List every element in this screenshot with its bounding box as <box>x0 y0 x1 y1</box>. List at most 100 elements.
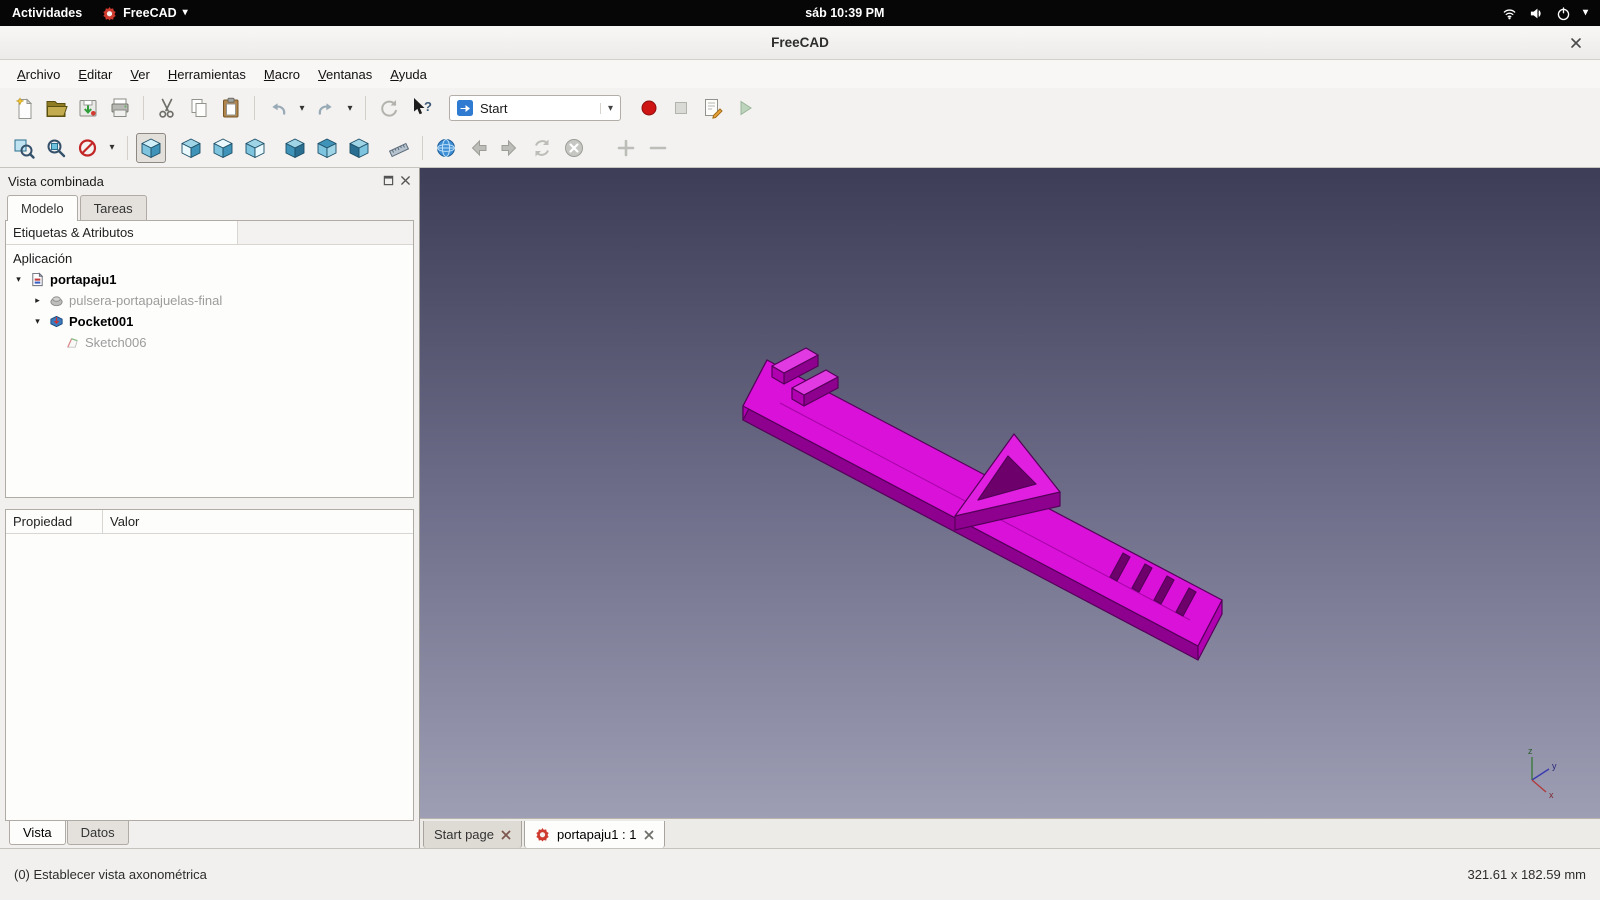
tab-close-button[interactable] <box>644 830 654 840</box>
macro-stop-button[interactable] <box>666 93 696 123</box>
float-panel-icon <box>383 175 394 186</box>
measure-button[interactable] <box>384 133 414 163</box>
zoom-out-button[interactable] <box>643 133 673 163</box>
axis-indicator: z y x <box>1528 746 1557 800</box>
question-mark: ? <box>424 99 432 114</box>
open-file-button[interactable] <box>41 93 71 123</box>
view-right-button[interactable] <box>240 133 270 163</box>
menu-macro[interactable]: Macro <box>255 63 309 86</box>
toolbar-separator <box>365 96 366 120</box>
new-file-icon <box>12 96 36 120</box>
paste-icon <box>219 96 243 120</box>
menu-ver[interactable]: Ver <box>121 63 159 86</box>
freecad-logo-icon <box>102 6 117 21</box>
print-button[interactable] <box>105 93 135 123</box>
activities-button[interactable]: Actividades <box>12 6 82 20</box>
3d-model-canvas[interactable]: z y x <box>420 168 1599 818</box>
copy-button[interactable] <box>184 93 214 123</box>
web-home-button[interactable] <box>431 133 461 163</box>
refresh-button[interactable] <box>374 93 404 123</box>
edit-macro-icon <box>701 96 725 120</box>
zoom-in-button[interactable] <box>611 133 641 163</box>
mdi-tab-label: Start page <box>434 827 494 842</box>
tab-tareas[interactable]: Tareas <box>80 195 147 220</box>
app-menu-label: FreeCAD <box>123 6 177 20</box>
draw-style-button[interactable] <box>73 133 103 163</box>
whats-this-button[interactable]: ? <box>406 93 436 123</box>
tab-datos[interactable]: Datos <box>67 821 129 845</box>
chevron-down-icon: ▾ <box>600 103 613 114</box>
app-menu-button[interactable]: FreeCAD ▾ <box>102 6 188 21</box>
tab-start-page[interactable]: Start page <box>423 821 522 848</box>
panel-title: Vista combinada <box>8 174 104 189</box>
tree-item-pocket001[interactable]: ▾ Pocket001 <box>6 311 413 332</box>
view-axonometric-button[interactable] <box>136 133 166 163</box>
tree-item-pulsera[interactable]: ▸ pulsera-portapajuelas-final <box>6 290 413 311</box>
tab-modelo[interactable]: Modelo <box>7 195 78 221</box>
view-rear-button[interactable] <box>280 133 310 163</box>
view-front-button[interactable] <box>176 133 206 163</box>
undo-dropdown-button[interactable]: ▾ <box>295 93 309 123</box>
system-tray[interactable]: ▾ <box>1502 6 1588 21</box>
status-bar: (0) Establecer vista axonométrica 321.61… <box>0 848 1600 900</box>
fit-all-button[interactable] <box>9 133 39 163</box>
undo-button[interactable] <box>263 93 293 123</box>
tree-root-application[interactable]: Aplicación <box>6 248 413 269</box>
expander-expanded-icon[interactable]: ▾ <box>32 316 43 327</box>
tree-root-label: Aplicación <box>13 251 72 266</box>
workbench-selected-label: Start <box>480 101 507 116</box>
panel-close-button[interactable] <box>400 174 411 189</box>
mdi-tab-label: portapaju1 : 1 <box>557 827 637 842</box>
macro-edit-button[interactable] <box>698 93 728 123</box>
cut-button[interactable] <box>152 93 182 123</box>
workbench-selector[interactable]: Start ▾ <box>449 95 621 121</box>
clock[interactable]: sáb 10:39 PM <box>805 6 884 20</box>
measure-icon <box>387 136 411 160</box>
panel-float-button[interactable] <box>383 174 394 189</box>
tab-close-button[interactable] <box>501 830 511 840</box>
new-file-button[interactable] <box>9 93 39 123</box>
menu-editar[interactable]: Editar <box>69 63 121 86</box>
fit-selection-icon <box>44 136 68 160</box>
tab-portapaju1[interactable]: portapaju1 : 1 <box>524 821 665 848</box>
3d-viewport[interactable]: z y x Start page portapaju1 : 1 <box>420 168 1600 848</box>
menu-ayuda[interactable]: Ayuda <box>381 63 436 86</box>
paste-button[interactable] <box>216 93 246 123</box>
back-arrow-icon <box>466 136 490 160</box>
draw-style-dropdown-button[interactable]: ▾ <box>105 133 119 163</box>
tray-caret-icon: ▾ <box>1583 8 1588 18</box>
macro-record-button[interactable] <box>634 93 664 123</box>
browser-stop-button[interactable] <box>559 133 589 163</box>
tree-item-portapaju1[interactable]: ▾ portapaju1 <box>6 269 413 290</box>
start-workbench-icon <box>457 100 473 116</box>
close-icon <box>644 830 654 840</box>
expander-collapsed-icon[interactable]: ▸ <box>32 295 43 306</box>
draw-style-icon <box>76 136 100 160</box>
macro-play-button[interactable] <box>730 93 760 123</box>
refresh-icon <box>377 96 401 120</box>
freecad-doc-icon <box>535 827 550 842</box>
chevron-down-icon: ▾ <box>109 142 114 153</box>
tab-vista[interactable]: Vista <box>9 821 66 845</box>
menu-archivo[interactable]: Archivo <box>8 63 69 86</box>
window-close-button[interactable] <box>1566 33 1586 53</box>
browser-refresh-button[interactable] <box>527 133 557 163</box>
panel-splitter[interactable] <box>5 498 414 509</box>
property-view-tabs: Vista Datos <box>5 821 414 848</box>
menu-ventanas[interactable]: Ventanas <box>309 63 381 86</box>
view-top-button[interactable] <box>208 133 238 163</box>
redo-button[interactable] <box>311 93 341 123</box>
fit-selection-button[interactable] <box>41 133 71 163</box>
browser-forward-button[interactable] <box>495 133 525 163</box>
redo-dropdown-button[interactable]: ▾ <box>343 93 357 123</box>
view-left-button[interactable] <box>344 133 374 163</box>
view-bottom-button[interactable] <box>312 133 342 163</box>
expander-expanded-icon[interactable]: ▾ <box>13 274 24 285</box>
save-button[interactable] <box>73 93 103 123</box>
tree-item-sketch006[interactable]: Sketch006 <box>6 332 413 353</box>
right-cube-icon <box>243 136 267 160</box>
close-icon <box>400 175 411 186</box>
property-list-empty[interactable] <box>6 534 413 820</box>
menu-herramientas[interactable]: Herramientas <box>159 63 255 86</box>
browser-back-button[interactable] <box>463 133 493 163</box>
